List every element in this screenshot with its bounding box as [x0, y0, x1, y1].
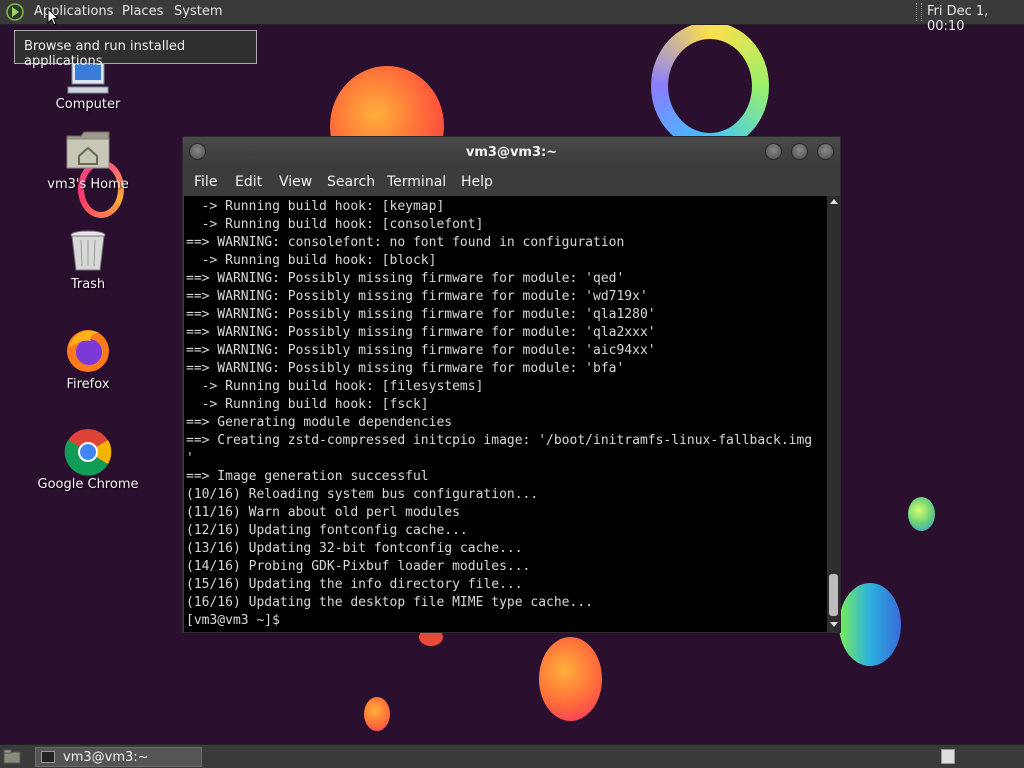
home-folder-icon — [66, 131, 110, 169]
terminal-line: (11/16) Warn about old perl modules — [186, 505, 460, 520]
terminal-line: -> Running build hook: [consolefont] — [186, 217, 484, 232]
terminal-line: ==> WARNING: Possibly missing firmware f… — [186, 343, 656, 358]
window-titlebar[interactable]: vm3@vm3:~ — [183, 137, 840, 168]
terminal-line: ' — [186, 451, 194, 466]
terminal-scrollbar[interactable] — [827, 196, 840, 632]
desktop-icon-trash[interactable]: Trash — [28, 230, 148, 292]
terminal-line: -> Running build hook: [filesystems] — [186, 379, 484, 394]
terminal-line: ==> WARNING: consolefont: no font found … — [186, 235, 625, 250]
window-title: vm3@vm3:~ — [465, 145, 558, 160]
panel-separator — [916, 3, 922, 21]
terminal-line: ==> WARNING: Possibly missing firmware f… — [186, 289, 648, 304]
desktop-icon-chrome[interactable]: Google Chrome — [28, 428, 148, 492]
wallpaper-orange-blob-small — [364, 697, 390, 731]
desktop-icon-firefox[interactable]: Firefox — [28, 327, 148, 392]
top-panel: Applications Places System Fri Dec 1, 00… — [0, 0, 1024, 34]
terminal-line: (15/16) Updating the info directory file… — [186, 577, 523, 592]
system-menu[interactable]: System — [174, 4, 222, 19]
distro-logo-icon[interactable] — [6, 3, 24, 21]
desktop-icon-label: Google Chrome — [37, 477, 139, 492]
close-button[interactable] — [817, 143, 834, 160]
bottom-panel: vm3@vm3:~ — [0, 744, 1024, 768]
terminal-lines: -> Running build hook: [keymap] -> Runni… — [184, 196, 827, 630]
show-desktop-icon[interactable] — [3, 749, 21, 764]
terminal-menubar: File Edit View Search Terminal Help — [183, 168, 840, 196]
terminal-line: (16/16) Updating the desktop file MIME t… — [186, 595, 593, 610]
chrome-icon — [64, 429, 112, 476]
maximize-button[interactable] — [791, 143, 808, 160]
mouse-cursor-icon — [47, 8, 59, 26]
menu-edit[interactable]: Edit — [235, 174, 262, 190]
terminal-line: (14/16) Probing GDK-Pixbuf loader module… — [186, 559, 531, 574]
desktop-icon-label: Firefox — [66, 377, 110, 392]
desktop-icon-label: Computer — [55, 97, 121, 112]
minimize-button[interactable] — [765, 143, 782, 160]
terminal-line: ==> Generating module dependencies — [186, 415, 453, 430]
terminal-line: (10/16) Reloading system bus configurati… — [186, 487, 539, 502]
trash-icon — [70, 230, 106, 271]
menu-view[interactable]: View — [279, 174, 312, 190]
wallpaper-orange-blob-large — [539, 637, 602, 721]
terminal-line: (12/16) Updating fontconfig cache... — [186, 523, 468, 538]
workspace-switcher[interactable] — [941, 749, 955, 764]
wallpaper-blue-blob — [839, 583, 901, 666]
terminal-icon — [41, 751, 55, 763]
terminal-line: -> Running build hook: [fsck] — [186, 397, 429, 412]
desktop-icon-label: vm3's Home — [47, 177, 129, 192]
terminal-output[interactable]: -> Running build hook: [keymap] -> Runni… — [184, 196, 827, 632]
menu-terminal[interactable]: Terminal — [387, 174, 446, 190]
terminal-line: -> Running build hook: [block] — [186, 253, 437, 268]
scroll-up-arrow-icon[interactable] — [830, 199, 838, 204]
desktop: Applications Places System Fri Dec 1, 00… — [0, 0, 1024, 768]
scroll-down-arrow-icon[interactable] — [830, 622, 838, 627]
terminal-line: ==> WARNING: Possibly missing firmware f… — [186, 271, 625, 286]
terminal-line: -> Running build hook: [keymap] — [186, 199, 445, 214]
terminal-line: ==> Creating zstd-compressed initcpio im… — [186, 433, 813, 448]
terminal-line: ==> Image generation successful — [186, 469, 429, 484]
desktop-icon-home[interactable]: vm3's Home — [28, 130, 148, 192]
taskbar-item-terminal[interactable]: vm3@vm3:~ — [35, 747, 202, 767]
clock[interactable]: Fri Dec 1, 00:10 — [927, 4, 1024, 34]
desktop-icon-label: Trash — [70, 277, 106, 292]
wallpaper-rainbow-ring — [651, 22, 769, 150]
places-menu[interactable]: Places — [122, 4, 163, 19]
terminal-line: ==> WARNING: Possibly missing firmware f… — [186, 361, 625, 376]
applications-tooltip: Browse and run installed applications — [14, 30, 257, 69]
applications-menu[interactable]: Applications — [34, 4, 113, 19]
firefox-icon — [67, 330, 109, 372]
wallpaper-green-blob — [908, 497, 935, 531]
terminal-line: ==> WARNING: Possibly missing firmware f… — [186, 307, 656, 322]
scrollbar-thumb[interactable] — [829, 574, 838, 616]
terminal-line: [vm3@vm3 ~]$ — [186, 613, 288, 628]
taskbar-item-label: vm3@vm3:~ — [63, 750, 149, 765]
menu-search[interactable]: Search — [327, 174, 375, 190]
terminal-line: ==> WARNING: Possibly missing firmware f… — [186, 325, 656, 340]
menu-help[interactable]: Help — [461, 174, 493, 190]
menu-file[interactable]: File — [194, 174, 217, 190]
terminal-line: (13/16) Updating 32-bit fontconfig cache… — [186, 541, 523, 556]
terminal-window[interactable]: vm3@vm3:~ File Edit View Search Terminal… — [182, 136, 841, 633]
